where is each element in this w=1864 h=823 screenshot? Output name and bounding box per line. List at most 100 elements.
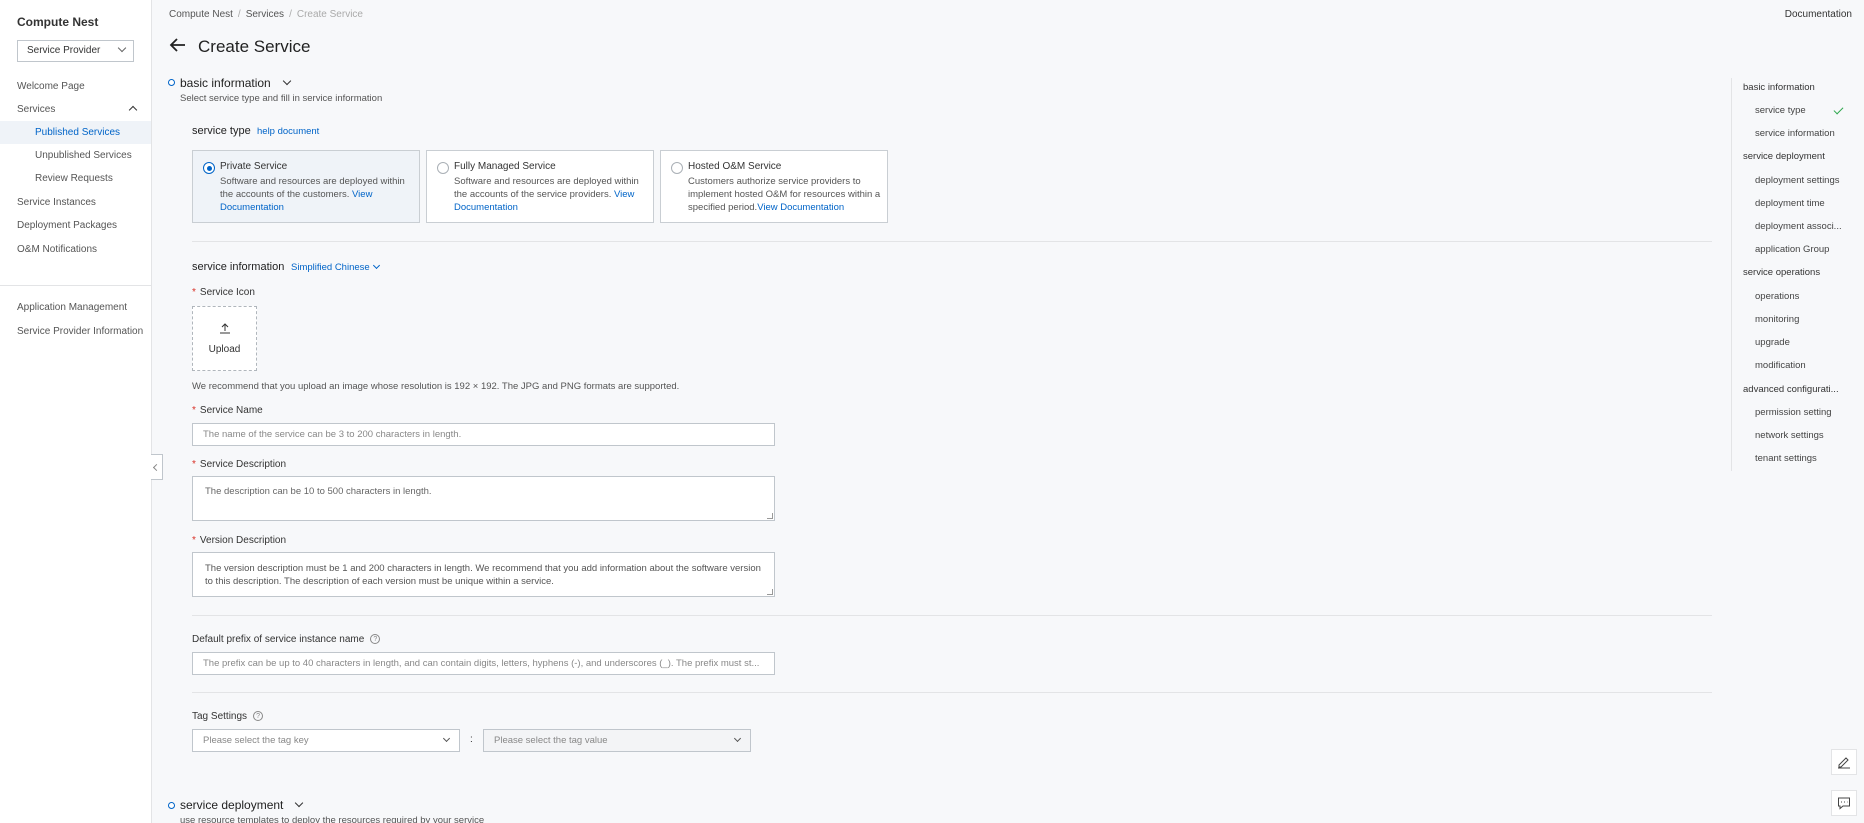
sidebar-item-unpublished-services[interactable]: Unpublished Services [0,144,151,167]
icon-hint: We recommend that you upload an image wh… [192,381,680,392]
service-description-label: * Service Description [192,459,287,470]
sidebar-divider [0,285,151,286]
prefix-label: Default prefix of service instance name? [192,634,381,645]
chevron-down-icon [373,261,381,270]
step-desc-basic: Select service type and fill in service … [180,93,383,104]
sidebar-collapse-button[interactable] [151,454,163,480]
step-dot-deployment [168,802,175,809]
breadcrumb-current: Create Service [296,9,363,20]
tag-settings-label: Tag Settings? [192,711,264,722]
service-information-label: service information [192,261,285,273]
right-anchor-nav: basic information service type service i… [1731,78,1853,471]
breadcrumb: Compute Nest / Services / Create Service [169,9,363,20]
question-icon[interactable]: ? [253,711,264,722]
upload-label: Upload [208,344,241,355]
step-dot-basic [168,79,175,86]
page-title: Create Service [198,37,311,56]
anchor-application-group[interactable]: application Group [1755,244,1829,255]
anchor-group-basic[interactable]: basic information [1743,82,1815,93]
service-icon-label: * Service Icon [192,287,255,298]
anchor-deployment-time[interactable]: deployment time [1755,198,1825,209]
sidebar: Compute Nest Service Provider Welcome Pa… [0,0,152,823]
anchor-operations[interactable]: operations [1755,291,1799,302]
prefix-input[interactable]: The prefix can be up to 40 characters in… [192,652,775,675]
service-type-card-private[interactable]: Private Service Software and resources a… [192,150,420,223]
edit-button[interactable] [1831,749,1857,775]
service-type-card-fully-managed[interactable]: Fully Managed Service Software and resou… [426,150,654,223]
chevron-down-icon [117,43,127,53]
card-title: Private Service [220,161,288,172]
anchor-group-deployment[interactable]: service deployment [1743,151,1825,162]
service-type-label: service type [192,125,251,137]
sidebar-item-review-requests[interactable]: Review Requests [0,167,151,190]
anchor-monitoring[interactable]: monitoring [1755,314,1799,325]
language-select[interactable]: Simplified Chinese [291,261,381,273]
sidebar-item-deployment-packages[interactable]: Deployment Packages [17,220,117,231]
sidebar-item-application-management[interactable]: Application Management [17,302,127,313]
anchor-upgrade[interactable]: upgrade [1755,337,1790,348]
sidebar-item-published-services[interactable]: Published Services [0,121,151,144]
service-name-label: * Service Name [192,405,263,416]
upload-button[interactable]: Upload [192,306,257,371]
anchor-permission-setting[interactable]: permission setting [1755,407,1832,418]
breadcrumb-services[interactable]: Services [246,9,284,20]
tag-key-select[interactable]: Please select the tag key [192,729,460,752]
card-desc: Software and resources are deployed with… [454,176,639,213]
chevron-up-icon[interactable] [128,105,138,115]
chevron-left-icon [152,463,161,472]
resize-handle[interactable] [767,589,773,595]
card-desc: Software and resources are deployed with… [220,176,405,213]
anchor-group-operations[interactable]: service operations [1743,267,1820,278]
divider [192,615,1712,616]
anchor-deployment-settings[interactable]: deployment settings [1755,175,1840,186]
check-icon [1833,104,1844,115]
radio-hosted-om[interactable] [671,162,683,174]
chevron-down-icon [733,734,742,743]
step-title-basic[interactable]: basic information [180,76,271,90]
anchor-network-settings[interactable]: network settings [1755,430,1824,441]
step-title-deployment[interactable]: service deployment [180,798,283,812]
service-type-card-hosted-om[interactable]: Hosted O&M Service Customers authorize s… [660,150,888,223]
breadcrumb-compute-nest[interactable]: Compute Nest [169,9,233,20]
step-desc-deployment: use resource templates to deploy the res… [180,815,485,823]
edit-icon [1838,757,1850,769]
version-description-textarea[interactable]: The version description must be 1 and 20… [192,552,775,597]
sidebar-item-service-provider-info[interactable]: Service Provider Information [17,326,143,337]
anchor-service-information[interactable]: service information [1755,128,1835,139]
resize-handle[interactable] [767,513,773,519]
sidebar-title: Compute Nest [17,15,99,29]
service-description-textarea[interactable]: The description can be 10 to 500 charact… [192,476,775,521]
divider [192,241,1712,242]
anchor-modification[interactable]: modification [1755,360,1806,371]
view-documentation-link[interactable]: View Documentation [757,202,844,213]
sidebar-item-om-notifications[interactable]: O&M Notifications [17,244,97,255]
chevron-down-icon[interactable] [294,798,304,808]
tag-colon: : [470,734,473,745]
anchor-tenant-settings[interactable]: tenant settings [1755,453,1817,464]
sidebar-item-services[interactable]: Services [17,104,55,115]
anchor-group-advanced[interactable]: advanced configurati... [1743,384,1839,395]
version-description-label: * Version Description [192,535,287,546]
anchor-service-type[interactable]: service type [1755,105,1806,116]
card-title: Hosted O&M Service [688,161,782,172]
chevron-down-icon[interactable] [282,76,292,86]
card-desc: Customers authorize service providers to… [688,176,881,213]
sidebar-item-service-instances[interactable]: Service Instances [17,197,96,208]
documentation-link[interactable]: Documentation [1785,9,1852,20]
radio-private[interactable] [203,162,215,174]
feedback-button[interactable] [1831,790,1857,816]
tag-value-select[interactable]: Please select the tag value [483,729,751,752]
service-name-input[interactable]: The name of the service can be 3 to 200 … [192,423,775,446]
sidebar-item-welcome[interactable]: Welcome Page [17,81,85,92]
role-select-value: Service Provider [27,45,101,56]
back-arrow-icon[interactable] [169,36,187,54]
card-title: Fully Managed Service [454,161,556,172]
question-icon[interactable]: ? [370,634,381,645]
feedback-icon [1838,797,1850,810]
help-document-link[interactable]: help document [257,126,319,137]
role-select[interactable]: Service Provider [17,40,134,62]
anchor-deployment-association[interactable]: deployment associ... [1755,221,1842,232]
upload-icon [220,323,230,334]
radio-fully-managed[interactable] [437,162,449,174]
divider [192,692,1712,693]
